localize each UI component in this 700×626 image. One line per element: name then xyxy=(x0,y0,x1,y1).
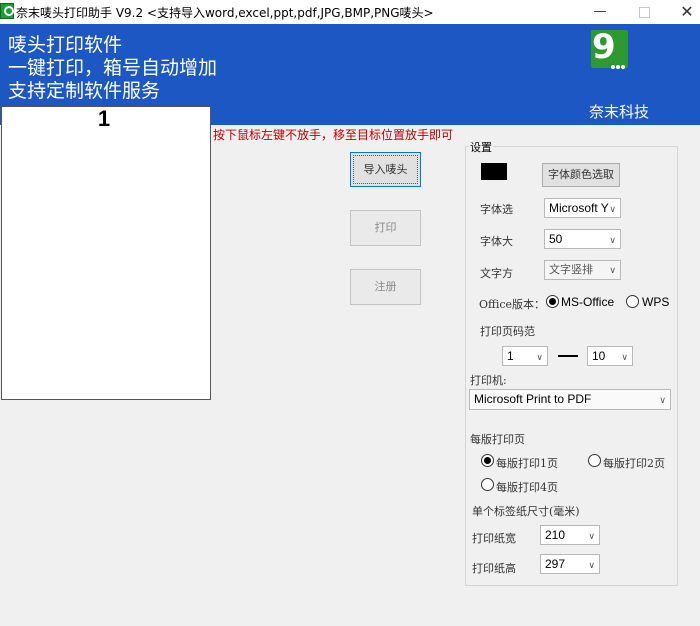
paper-height-value: 297 xyxy=(545,557,566,571)
font-select[interactable]: Microsoft Y ∨ xyxy=(544,198,621,218)
window-title: 奈末唛头打印助手 V9.2 <支持导入word,excel,ppt,pdf,JP… xyxy=(16,6,434,20)
page-to-value: 10 xyxy=(592,349,606,363)
app-icon xyxy=(0,3,14,19)
paper-width-label: 打印纸宽 xyxy=(472,532,516,545)
range-separator xyxy=(558,355,578,357)
per-page-2-radio[interactable] xyxy=(588,454,601,467)
office-version-label: Office版本： xyxy=(479,298,546,311)
per-page-2-label[interactable]: 每版打印2页 xyxy=(603,455,665,471)
settings-title: 设置 xyxy=(469,139,493,155)
drag-hint: 按下鼠标左键不放手，移至目标位置放手即可 xyxy=(213,128,454,142)
font-color-swatch xyxy=(481,163,507,180)
paper-width-value: 210 xyxy=(545,528,566,542)
font-label: 字体选 xyxy=(480,203,513,216)
chevron-down-icon: ∨ xyxy=(609,266,616,276)
banner-line-1: 唛头打印软件 xyxy=(8,34,123,56)
font-select-value: Microsoft Y xyxy=(549,201,609,215)
import-mark-button[interactable]: 导入唛头 xyxy=(350,152,421,187)
font-size-value: 50 xyxy=(549,232,563,246)
per-page-label: 每版打印页 xyxy=(470,433,525,446)
page-range-label: 打印页码范 xyxy=(480,325,535,338)
banner-line-2: 一键打印，箱号自动增加 xyxy=(8,57,218,79)
company-logo: 9 xyxy=(591,27,628,69)
font-size-select[interactable]: 50 ∨ xyxy=(544,229,621,249)
page-to-select[interactable]: 10 ∨ xyxy=(587,346,633,366)
register-button[interactable]: 注册 xyxy=(350,269,421,305)
ms-office-label[interactable]: MS-Office xyxy=(561,295,614,309)
minimize-button[interactable]: — xyxy=(585,0,615,24)
chevron-down-icon: ∨ xyxy=(588,560,595,570)
label-size-title: 单个标签纸尺寸(毫米) xyxy=(472,505,580,518)
ms-office-radio[interactable] xyxy=(546,295,559,308)
wps-label[interactable]: WPS xyxy=(642,295,669,309)
page-from-value: 1 xyxy=(507,349,514,363)
text-direction-value: 文字竖排 xyxy=(549,263,593,276)
paper-height-select[interactable]: 297 ∨ xyxy=(540,554,600,574)
preview-page-number[interactable]: 1 xyxy=(0,106,208,132)
logo-dots-icon xyxy=(611,58,627,69)
per-page-1-radio[interactable] xyxy=(481,454,494,467)
page-from-select[interactable]: 1 ∨ xyxy=(502,346,548,366)
print-button[interactable]: 打印 xyxy=(350,210,421,246)
printer-select[interactable]: Microsoft Print to PDF ∨ xyxy=(469,389,671,410)
font-size-label: 字体大 xyxy=(480,235,513,248)
close-button[interactable]: ✕ xyxy=(672,0,700,24)
chevron-down-icon: ∨ xyxy=(659,395,666,405)
per-page-1-label[interactable]: 每版打印1页 xyxy=(496,455,558,471)
chevron-down-icon: ∨ xyxy=(609,204,616,214)
printer-label: 打印机: xyxy=(470,374,507,387)
printer-value: Microsoft Print to PDF xyxy=(474,392,592,406)
chevron-down-icon: ∨ xyxy=(536,352,543,362)
text-direction-select[interactable]: 文字竖排 ∨ xyxy=(544,260,621,280)
per-page-4-radio[interactable] xyxy=(481,478,494,491)
preview-page[interactable] xyxy=(1,106,211,400)
paper-height-label: 打印纸高 xyxy=(472,562,516,575)
title-bar: 奈末唛头打印助手 V9.2 <支持导入word,excel,ppt,pdf,JP… xyxy=(0,0,700,24)
maximize-button xyxy=(628,0,658,24)
paper-width-select[interactable]: 210 ∨ xyxy=(540,525,600,545)
per-page-4-label[interactable]: 每版打印4页 xyxy=(496,479,558,495)
text-direction-label: 文字方 xyxy=(480,267,513,280)
chevron-down-icon: ∨ xyxy=(609,235,616,245)
banner-line-3: 支持定制软件服务 xyxy=(8,80,161,102)
font-color-button[interactable]: 字体颜色选取 xyxy=(542,163,620,187)
company-name: 奈末科技 xyxy=(589,103,650,121)
chevron-down-icon: ∨ xyxy=(621,352,628,362)
wps-radio[interactable] xyxy=(626,295,639,308)
chevron-down-icon: ∨ xyxy=(588,531,595,541)
